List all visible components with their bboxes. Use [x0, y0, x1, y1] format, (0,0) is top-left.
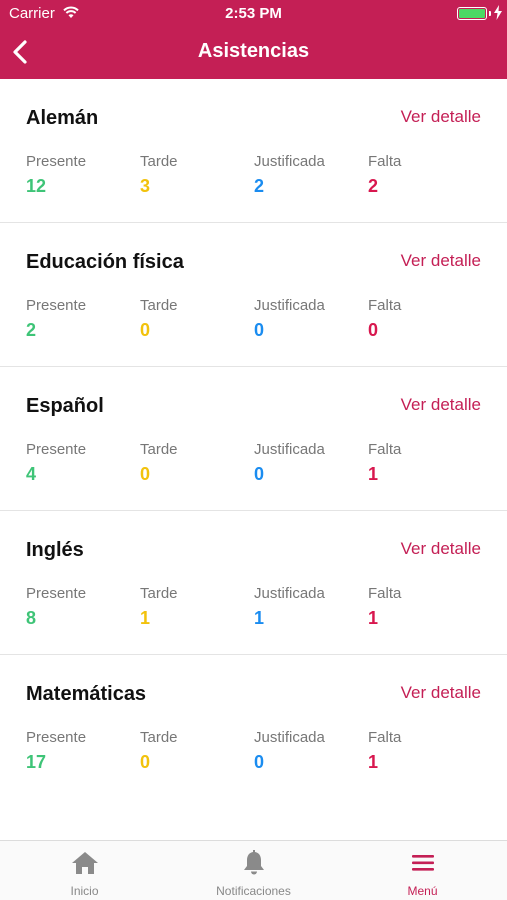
- stat-label: Justificada: [254, 441, 325, 458]
- stat-value: 1: [254, 608, 265, 628]
- subject-name: Español: [26, 395, 104, 417]
- stat-value: 1: [368, 752, 379, 772]
- battery-tip: [489, 11, 491, 16]
- stat-label: Justificada: [254, 729, 325, 746]
- tab-bar: Inicio Notificaciones Menú: [0, 840, 507, 900]
- bell-icon: [244, 850, 264, 875]
- stat-justificada: Justificada 0: [254, 441, 364, 485]
- stat-value: 3: [140, 176, 151, 196]
- menu-icon: [412, 855, 434, 871]
- stat-value: 0: [140, 320, 151, 340]
- subject-name: Alemán: [26, 107, 99, 129]
- stat-falta: Falta 1: [368, 729, 478, 773]
- stat-label: Presente: [26, 585, 87, 602]
- stat-tarde: Tarde 0: [140, 441, 250, 485]
- stat-tarde: Tarde 1: [140, 585, 250, 629]
- stat-presente: Presente 4: [26, 441, 136, 485]
- stat-falta: Falta 0: [368, 297, 478, 341]
- stat-value: 0: [254, 464, 265, 484]
- stat-presente: Presente 2: [26, 297, 136, 341]
- stat-label: Tarde: [140, 441, 178, 458]
- stat-value: 0: [254, 320, 265, 340]
- stat-falta: Falta 1: [368, 441, 478, 485]
- subject-name: Matemáticas: [26, 683, 147, 705]
- stat-label: Justificada: [254, 297, 325, 314]
- stat-presente: Presente 12: [26, 153, 136, 197]
- subject-list: Alemán Ver detalle Presente 12 Tarde 3 Jus…: [0, 79, 507, 840]
- battery-icon: [457, 7, 487, 20]
- stat-presente: Presente 17: [26, 729, 136, 773]
- stat-value: 1: [140, 608, 151, 628]
- ver-detalle-link[interactable]: Ver detalle: [401, 107, 481, 127]
- stat-tarde: Tarde 3: [140, 153, 250, 197]
- subject-card: Alemán Ver detalle Presente 12 Tarde 3 Jus…: [0, 79, 507, 223]
- status-time: 2:53 PM: [225, 5, 282, 22]
- stat-value: 1: [368, 608, 379, 628]
- stat-value: 0: [368, 320, 379, 340]
- home-icon: [72, 852, 98, 874]
- stat-presente: Presente 8: [26, 585, 136, 629]
- stat-value: 2: [26, 320, 37, 340]
- stat-value: 2: [368, 176, 379, 196]
- stat-value: 0: [140, 752, 151, 772]
- subject-card: Matemáticas Ver detalle Presente 17 Tarde…: [0, 655, 507, 799]
- stat-label: Presente: [26, 297, 87, 314]
- battery-level: [459, 9, 485, 18]
- ver-detalle-link[interactable]: Ver detalle: [401, 395, 481, 415]
- subject-card: Inglés Ver detalle Presente 8 Tarde 1 Just…: [0, 511, 507, 655]
- stat-justificada: Justificada 0: [254, 297, 364, 341]
- stat-label: Tarde: [140, 729, 178, 746]
- stat-label: Presente: [26, 441, 87, 458]
- stat-value: 0: [254, 752, 265, 772]
- stat-label: Tarde: [140, 153, 178, 170]
- stat-label: Presente: [26, 153, 87, 170]
- stat-value: 0: [140, 464, 151, 484]
- stat-label: Tarde: [140, 585, 178, 602]
- stat-justificada: Justificada 1: [254, 585, 364, 629]
- tab-label: Inicio: [70, 884, 99, 898]
- stat-label: Falta: [368, 441, 402, 458]
- stat-falta: Falta 2: [368, 153, 478, 197]
- stat-justificada: Justificada 0: [254, 729, 364, 773]
- stat-value: 4: [26, 464, 37, 484]
- stat-tarde: Tarde 0: [140, 297, 250, 341]
- tab-label: Menú: [407, 884, 438, 898]
- tab-inicio[interactable]: Inicio: [0, 841, 169, 900]
- stat-label: Tarde: [140, 297, 178, 314]
- stat-justificada: Justificada 2: [254, 153, 364, 197]
- stat-value: 17: [26, 752, 47, 772]
- stat-value: 8: [26, 608, 37, 628]
- stat-label: Falta: [368, 729, 402, 746]
- nav-bar: Asistencias: [0, 28, 507, 79]
- status-bar: Carrier 2:53 PM: [0, 0, 507, 28]
- top-bar: Carrier 2:53 PM Asistencias: [0, 0, 507, 79]
- ver-detalle-link[interactable]: Ver detalle: [401, 683, 481, 703]
- ver-detalle-link[interactable]: Ver detalle: [401, 251, 481, 271]
- stat-label: Justificada: [254, 585, 325, 602]
- stat-falta: Falta 1: [368, 585, 478, 629]
- stat-label: Justificada: [254, 153, 325, 170]
- stat-label: Falta: [368, 297, 402, 314]
- stat-value: 12: [26, 176, 47, 196]
- subject-card: Español Ver detalle Presente 4 Tarde 0 Jus…: [0, 367, 507, 511]
- stat-label: Presente: [26, 729, 87, 746]
- subject-name: Inglés: [26, 539, 84, 561]
- stat-tarde: Tarde 0: [140, 729, 250, 773]
- stat-label: Falta: [368, 585, 402, 602]
- subject-name: Educación física: [26, 251, 184, 273]
- ver-detalle-link[interactable]: Ver detalle: [401, 539, 481, 559]
- tab-menu[interactable]: Menú: [338, 841, 507, 900]
- stat-value: 2: [254, 176, 265, 196]
- stat-value: 1: [368, 464, 379, 484]
- stat-label: Falta: [368, 153, 402, 170]
- charging-bolt-icon: [494, 5, 502, 20]
- subject-card: Educación física Ver detalle Presente 2 T…: [0, 223, 507, 367]
- tab-notificaciones[interactable]: Notificaciones: [169, 841, 338, 900]
- page-title: Asistencias: [197, 40, 310, 62]
- tab-label: Notificaciones: [216, 884, 291, 898]
